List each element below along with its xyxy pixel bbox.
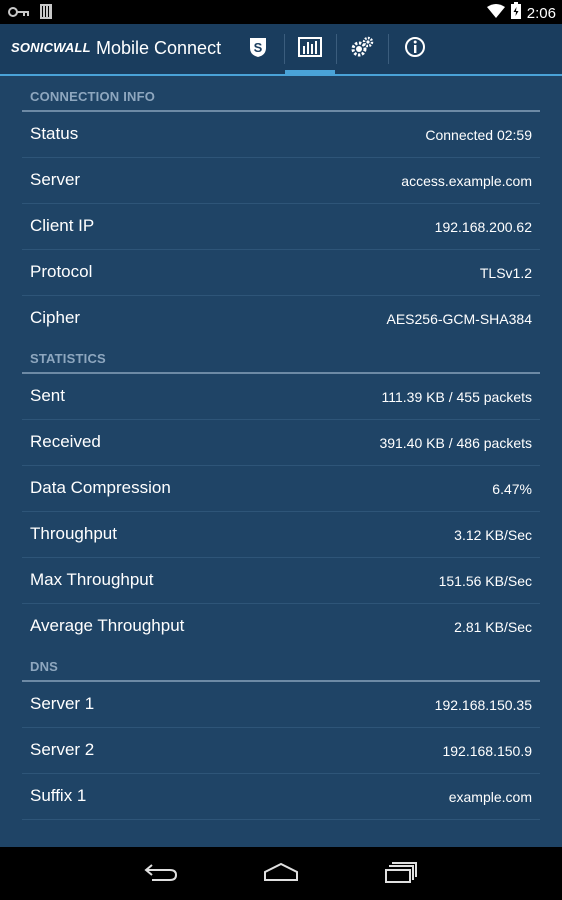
tab-settings[interactable] — [337, 24, 387, 74]
action-bar: SONICWALL Mobile Connect S — [0, 24, 562, 76]
section-header-dns: DNS — [22, 650, 540, 682]
row-status: Status Connected 02:59 — [22, 112, 540, 158]
home-icon — [263, 862, 299, 887]
row-label: Suffix 1 — [30, 786, 87, 805]
row-value: 3.12 KB/Sec — [454, 527, 532, 543]
row-average-throughput: Average Throughput 2.81 KB/Sec — [22, 604, 540, 650]
row-label: Cipher — [30, 308, 81, 327]
back-icon — [144, 862, 178, 887]
row-label: Server 2 — [30, 740, 95, 759]
row-throughput: Throughput 3.12 KB/Sec — [22, 512, 540, 558]
key-icon — [8, 5, 30, 23]
clock: 2:06 — [526, 4, 556, 22]
row-label: Data Compression — [30, 478, 171, 497]
navigation-bar — [0, 847, 562, 900]
recents-icon — [384, 861, 418, 888]
row-label: Protocol — [30, 262, 93, 281]
row-label: Max Throughput — [30, 570, 154, 589]
row-value: 391.40 KB / 486 packets — [379, 435, 532, 451]
row-label: Average Throughput — [30, 616, 185, 635]
row-value: Connected 02:59 — [425, 127, 532, 143]
section-title: STATISTICS — [30, 351, 106, 366]
row-cipher: Cipher AES256-GCM-SHA384 — [22, 296, 540, 342]
home-button[interactable] — [261, 859, 301, 889]
row-sent: Sent 111.39 KB / 455 packets — [22, 374, 540, 420]
row-dns-suffix-1: Suffix 1 example.com — [22, 774, 540, 820]
row-value: 151.56 KB/Sec — [438, 573, 532, 589]
row-value: AES256-GCM-SHA384 — [386, 311, 532, 327]
row-value: 192.168.150.9 — [442, 743, 532, 759]
shield-s-icon: S — [248, 36, 268, 63]
tab-connection[interactable]: S — [233, 24, 283, 74]
row-received: Received 391.40 KB / 486 packets — [22, 420, 540, 466]
section-title: CONNECTION INFO — [30, 89, 156, 104]
wifi-icon — [486, 3, 505, 23]
gears-icon — [350, 36, 374, 63]
row-label: Server — [30, 170, 81, 189]
sim-icon — [40, 4, 52, 24]
row-server: Server access.example.com — [22, 158, 540, 204]
stats-content: CONNECTION INFO Status Connected 02:59 S… — [22, 76, 540, 820]
sonicwall-logo: SONICWALL — [11, 40, 91, 55]
row-client-ip: Client IP 192.168.200.62 — [22, 204, 540, 250]
row-protocol: Protocol TLSv1.2 — [22, 250, 540, 296]
tab-statistics[interactable] — [285, 24, 335, 74]
tab-about[interactable] — [390, 24, 440, 74]
row-label: Received — [30, 432, 101, 451]
info-icon — [404, 36, 426, 63]
recents-button[interactable] — [381, 859, 421, 889]
row-label: Client IP — [30, 216, 95, 235]
row-max-throughput: Max Throughput 151.56 KB/Sec — [22, 558, 540, 604]
row-value: 111.39 KB / 455 packets — [381, 389, 532, 405]
row-value: 6.47% — [492, 481, 532, 497]
section-header-connection-info: CONNECTION INFO — [22, 76, 540, 112]
row-dns-server-1: Server 1 192.168.150.35 — [22, 682, 540, 728]
row-value: access.example.com — [401, 173, 532, 189]
bar-chart-icon — [298, 36, 322, 62]
section-header-statistics: STATISTICS — [22, 342, 540, 374]
row-value: 192.168.200.62 — [434, 219, 532, 235]
row-data-compression: Data Compression 6.47% — [22, 466, 540, 512]
row-label: Throughput — [30, 524, 117, 543]
row-value: example.com — [448, 789, 532, 805]
section-title: DNS — [30, 659, 59, 674]
svg-text:S: S — [254, 40, 263, 55]
row-label: Server 1 — [30, 694, 95, 713]
battery-icon — [510, 2, 521, 24]
status-bar: 2:06 — [0, 0, 562, 24]
row-value: TLSv1.2 — [479, 265, 532, 281]
row-dns-server-2: Server 2 192.168.150.9 — [22, 728, 540, 774]
row-value: 2.81 KB/Sec — [454, 619, 532, 635]
app-title: Mobile Connect — [96, 38, 222, 58]
row-label: Sent — [30, 386, 65, 405]
back-button[interactable] — [141, 859, 181, 889]
row-value: 192.168.150.35 — [434, 697, 532, 713]
row-label: Status — [30, 124, 79, 143]
